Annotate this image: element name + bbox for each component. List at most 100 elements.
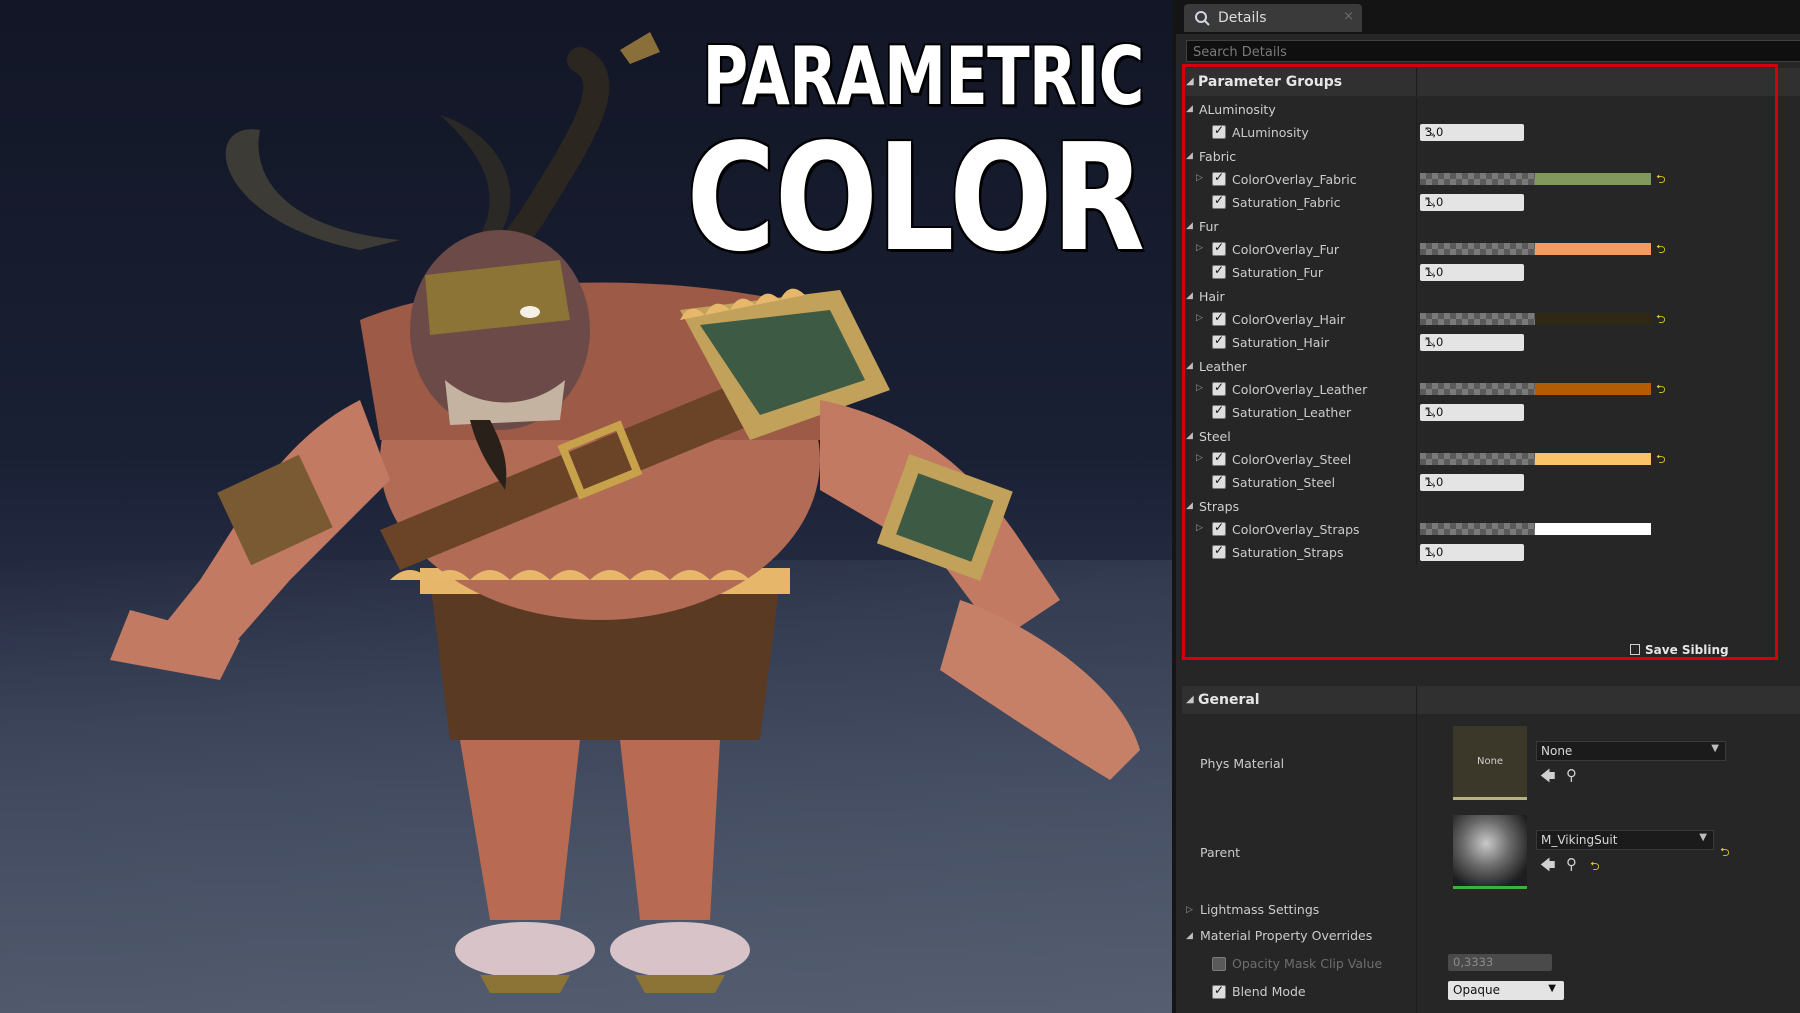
opacity-mask-checkbox[interactable] bbox=[1212, 957, 1226, 971]
general-label: General bbox=[1198, 692, 1260, 708]
param-enable-checkbox[interactable] bbox=[1212, 333, 1226, 350]
param-label: Saturation_Fur bbox=[1232, 265, 1323, 281]
use-selected-arrow-icon[interactable]: 🡄 bbox=[1540, 855, 1556, 880]
param-label: Saturation_Hair bbox=[1232, 335, 1330, 351]
reset-to-default-icon[interactable]: ⮌ bbox=[1656, 170, 1666, 191]
group-row[interactable]: ◢ Hair bbox=[1182, 284, 1800, 308]
parent-value: M_VikingSuit bbox=[1541, 833, 1618, 847]
collapse-triangle-icon[interactable]: ◢ bbox=[1186, 361, 1193, 371]
param-row-left: ▷ ColorOverlay_Steel bbox=[1182, 448, 1416, 471]
collapse-triangle-icon[interactable]: ◢ bbox=[1186, 221, 1193, 231]
color-swatch[interactable] bbox=[1420, 452, 1651, 465]
group-row-left: ◢ Steel bbox=[1182, 425, 1416, 448]
column-divider bbox=[1416, 354, 1417, 378]
expand-triangle-icon[interactable]: ▷ bbox=[1186, 905, 1193, 915]
param-label: Saturation_Steel bbox=[1232, 475, 1336, 491]
drag-arrows-icon: ⤡ bbox=[1425, 475, 1434, 489]
scalar-value-field[interactable]: 1,0 ⤡ bbox=[1420, 474, 1524, 492]
param-enable-checkbox[interactable] bbox=[1212, 263, 1226, 280]
browse-search-icon[interactable]: ⚲ bbox=[1566, 855, 1577, 873]
parent-material-thumbnail[interactable] bbox=[1453, 815, 1527, 889]
phys-material-dropdown[interactable]: None ▼ bbox=[1536, 741, 1726, 761]
group-row[interactable]: ◢ Fur bbox=[1182, 214, 1800, 238]
blend-mode-checkbox[interactable] bbox=[1212, 983, 1226, 999]
scalar-value-field[interactable]: 1,0 ⤡ bbox=[1420, 404, 1524, 422]
scalar-value-field[interactable]: 1,0 ⤡ bbox=[1420, 544, 1524, 562]
expand-triangle-icon[interactable]: ▷ bbox=[1196, 313, 1203, 323]
group-label: Straps bbox=[1199, 498, 1240, 514]
collapse-triangle-icon[interactable]: ◢ bbox=[1186, 291, 1193, 301]
param-enable-checkbox[interactable] bbox=[1212, 380, 1226, 396]
param-enable-checkbox[interactable] bbox=[1212, 403, 1226, 420]
param-enable-checkbox[interactable] bbox=[1212, 170, 1226, 186]
color-fill bbox=[1535, 312, 1651, 325]
3d-viewport[interactable]: PARAMETRIC COLOR bbox=[0, 0, 1172, 1013]
color-swatch[interactable] bbox=[1420, 242, 1651, 255]
scalar-value-field[interactable]: 3,0 ⤡ bbox=[1420, 124, 1524, 142]
group-row[interactable]: ◢ Leather bbox=[1182, 354, 1800, 378]
group-row[interactable]: ◢ Straps bbox=[1182, 494, 1800, 518]
param-enable-checkbox[interactable] bbox=[1212, 543, 1226, 560]
collapse-triangle-icon[interactable]: ◢ bbox=[1186, 501, 1193, 511]
material-property-overrides-label[interactable]: Material Property Overrides bbox=[1200, 928, 1372, 943]
color-swatch[interactable] bbox=[1420, 382, 1651, 395]
tab-close-icon[interactable]: × bbox=[1343, 9, 1354, 24]
group-row[interactable]: ◢ Steel bbox=[1182, 424, 1800, 448]
parameter-groups-header[interactable]: ◢ Parameter Groups bbox=[1182, 68, 1800, 96]
scalar-value-field[interactable]: 1,0 ⤡ bbox=[1420, 194, 1524, 212]
color-fill bbox=[1535, 452, 1651, 465]
expand-triangle-icon[interactable]: ▷ bbox=[1196, 453, 1203, 463]
param-enable-checkbox[interactable] bbox=[1212, 123, 1226, 140]
chevron-down-icon: ▼ bbox=[1711, 743, 1719, 754]
use-selected-arrow-icon[interactable]: 🡄 bbox=[1540, 766, 1556, 791]
param-enable-checkbox[interactable] bbox=[1212, 240, 1226, 256]
collapse-triangle-icon[interactable]: ◢ bbox=[1186, 151, 1193, 161]
expand-triangle-icon[interactable]: ▷ bbox=[1196, 173, 1203, 183]
param-row-left: Saturation_Leather bbox=[1182, 401, 1416, 424]
param-row-left: ▷ ColorOverlay_Straps bbox=[1182, 518, 1416, 541]
expand-triangle-icon[interactable]: ▷ bbox=[1196, 243, 1203, 253]
details-panel: Details × ◢ Parameter Groups ◢ ALuminosit… bbox=[1172, 0, 1800, 1013]
param-label: Saturation_Straps bbox=[1232, 545, 1344, 561]
color-swatch[interactable] bbox=[1420, 172, 1651, 185]
parent-dropdown[interactable]: M_VikingSuit ▼ bbox=[1536, 830, 1714, 850]
color-swatch[interactable] bbox=[1420, 312, 1651, 325]
reset-to-default-icon[interactable]: ⮌ bbox=[1720, 843, 1730, 864]
search-details-input[interactable] bbox=[1187, 42, 1799, 63]
param-enable-checkbox[interactable] bbox=[1212, 310, 1226, 326]
reset-to-default-icon[interactable]: ⮌ bbox=[1656, 240, 1666, 261]
blend-mode-select[interactable]: Opaque ▼ bbox=[1448, 981, 1564, 1000]
reset-to-default-icon[interactable]: ⮌ bbox=[1656, 450, 1666, 471]
scalar-value-field[interactable]: 1,0 ⤡ bbox=[1420, 334, 1524, 352]
collapse-triangle-icon[interactable]: ◢ bbox=[1186, 431, 1193, 441]
param-enable-checkbox[interactable] bbox=[1212, 520, 1226, 536]
expand-triangle-icon[interactable]: ▷ bbox=[1196, 523, 1203, 533]
reset-to-default-icon[interactable]: ⮌ bbox=[1656, 380, 1666, 401]
save-sibling-button[interactable]: Save Sibling bbox=[1624, 642, 1800, 660]
reset-to-default-icon[interactable]: ⮌ bbox=[1590, 857, 1600, 878]
color-swatch[interactable] bbox=[1420, 522, 1651, 535]
scalar-param-row: Saturation_Hair 1,0⤡ bbox=[1182, 331, 1800, 355]
scalar-value-field[interactable]: 1,0 ⤡ bbox=[1420, 264, 1524, 282]
parameter-rows: ◢ ALuminosity ALuminosity 3,0⤡ ◢ Fabric ▷ Color… bbox=[1182, 98, 1800, 565]
param-enable-checkbox[interactable] bbox=[1212, 450, 1226, 466]
param-enable-checkbox[interactable] bbox=[1212, 473, 1226, 490]
group-row-left: ◢ Hair bbox=[1182, 285, 1416, 308]
save-disk-icon bbox=[1630, 644, 1640, 655]
param-enable-checkbox[interactable] bbox=[1212, 193, 1226, 210]
browse-search-icon[interactable]: ⚲ bbox=[1566, 766, 1577, 784]
param-row-left: ▷ ColorOverlay_Hair bbox=[1182, 308, 1416, 331]
reset-to-default-icon[interactable]: ⮌ bbox=[1656, 310, 1666, 331]
tab-details[interactable]: Details × bbox=[1184, 4, 1362, 32]
phys-material-thumbnail[interactable]: None bbox=[1453, 726, 1527, 800]
collapse-triangle-icon[interactable]: ◢ bbox=[1186, 104, 1193, 114]
collapse-triangle-icon[interactable]: ◢ bbox=[1186, 931, 1193, 941]
group-row[interactable]: ◢ ALuminosity bbox=[1182, 98, 1800, 122]
param-row-left: ALuminosity bbox=[1182, 121, 1416, 144]
lightmass-settings-label[interactable]: Lightmass Settings bbox=[1200, 902, 1319, 917]
general-header[interactable]: ◢ General bbox=[1182, 686, 1800, 714]
column-divider bbox=[1416, 144, 1417, 168]
expand-triangle-icon[interactable]: ▷ bbox=[1196, 383, 1203, 393]
group-row[interactable]: ◢ Fabric bbox=[1182, 144, 1800, 168]
opacity-mask-value-field[interactable]: 0,3333 bbox=[1448, 954, 1552, 971]
